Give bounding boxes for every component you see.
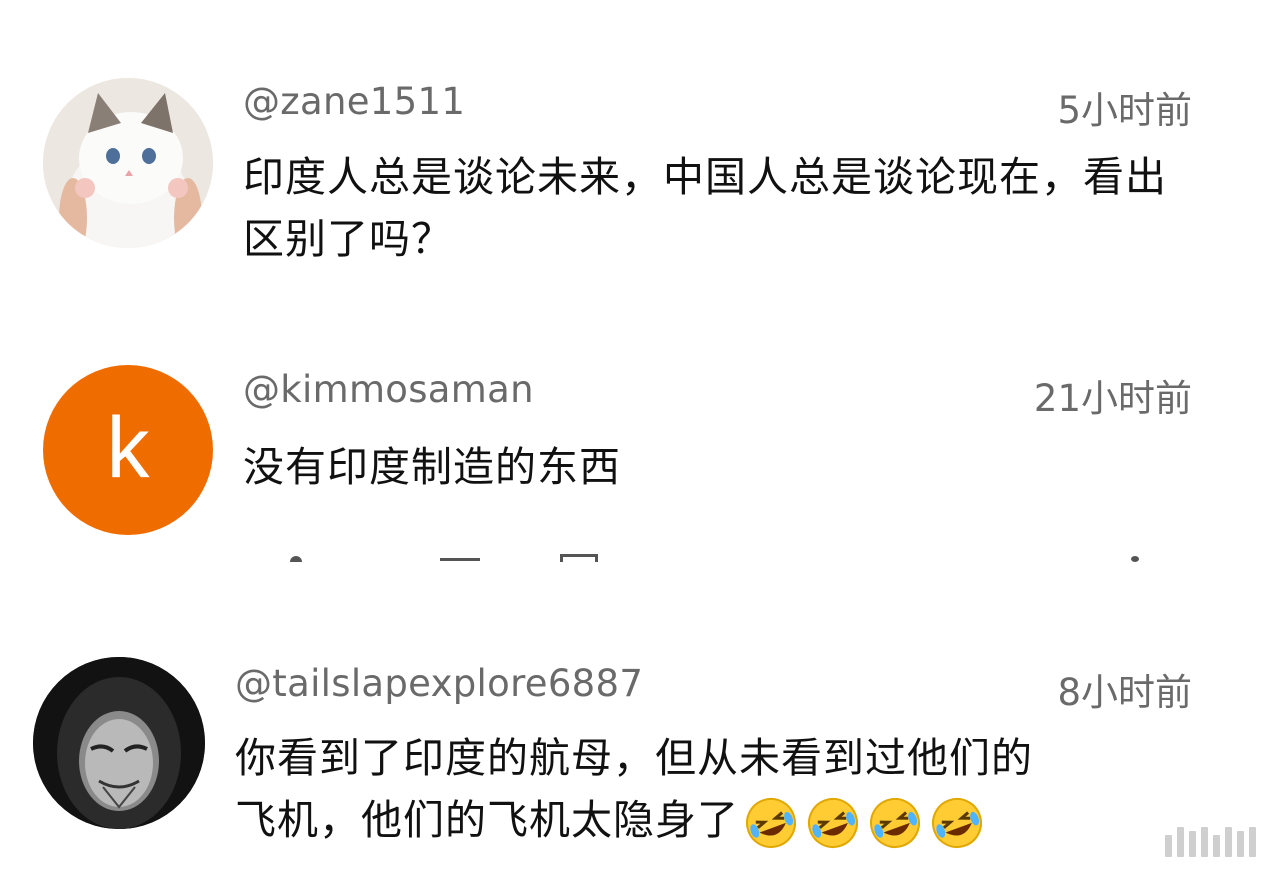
- hooded-mask-avatar-image: [33, 657, 205, 829]
- watermark-bar: [1237, 831, 1244, 857]
- watermark-bar: [1249, 827, 1256, 857]
- rofl-emoji-icon: [870, 798, 920, 848]
- emoji-group: [743, 795, 985, 851]
- comment-timestamp: 8小时前: [1057, 671, 1192, 714]
- comment-text-line: 你看到了印度的航母，但从未看到过他们的: [235, 734, 1033, 782]
- watermark-bar: [1225, 827, 1232, 857]
- rofl-emoji-icon: [808, 798, 858, 848]
- rofl-emoji-icon: [932, 798, 982, 848]
- watermark-bar: [1213, 835, 1220, 857]
- avatar[interactable]: [33, 657, 205, 829]
- comment-text: 你看到了印度的航母，但从未看到过他们的 飞机，他们的飞机太隐身了: [235, 727, 1225, 851]
- watermark-bar: [1189, 831, 1196, 857]
- watermark-bar: [1201, 827, 1208, 857]
- comment-item: @tailslapexplore6887 8小时前 你看到了印度的航母，但从未看…: [0, 0, 1280, 885]
- comment-text-line: 飞机，他们的飞机太隐身了: [235, 789, 1225, 851]
- comment-text-line-content: 飞机，他们的飞机太隐身了: [235, 796, 739, 844]
- watermark-bar: [1165, 835, 1172, 857]
- comment-username[interactable]: @tailslapexplore6887: [235, 662, 643, 705]
- watermark-logo: [1165, 827, 1256, 857]
- watermark-bar: [1177, 827, 1184, 857]
- rofl-emoji-icon: [746, 798, 796, 848]
